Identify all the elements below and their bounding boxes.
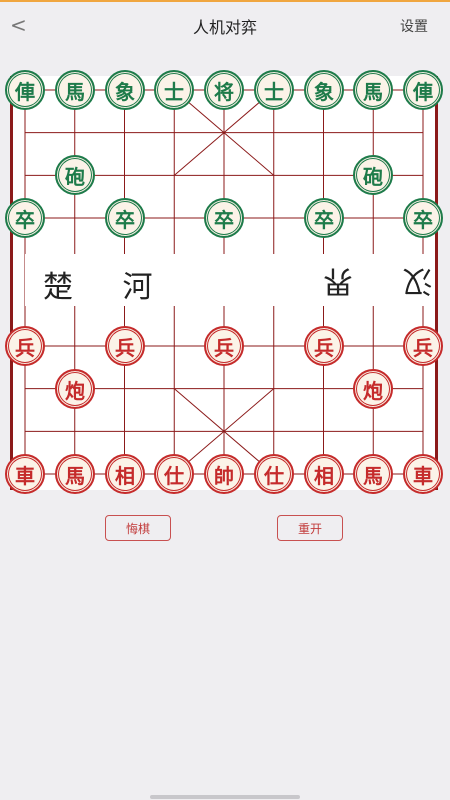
red-piece[interactable]: 帥 [204,454,244,494]
black-piece[interactable]: 馬 [55,70,95,110]
black-piece[interactable]: 俥 [403,70,443,110]
black-piece[interactable]: 象 [105,70,145,110]
black-piece[interactable]: 将 [204,70,244,110]
red-piece[interactable]: 炮 [55,369,95,409]
black-piece[interactable]: 士 [154,70,194,110]
black-piece[interactable]: 卒 [204,198,244,238]
red-piece[interactable]: 兵 [204,326,244,366]
chess-board[interactable]: 楚 河 汉 界 [10,76,438,490]
red-piece[interactable]: 兵 [403,326,443,366]
red-piece[interactable]: 馬 [55,454,95,494]
home-indicator [150,795,300,799]
black-piece[interactable]: 卒 [5,198,45,238]
red-piece[interactable]: 仕 [254,454,294,494]
restart-button[interactable]: 重开 [277,515,343,541]
river-label-han: 汉 界 [303,263,433,298]
nav-header: < 人机对弈 设置 [0,2,450,48]
red-piece[interactable]: 車 [5,454,45,494]
red-piece[interactable]: 相 [105,454,145,494]
red-piece[interactable]: 兵 [5,326,45,366]
red-piece[interactable]: 仕 [154,454,194,494]
black-piece[interactable]: 象 [304,70,344,110]
red-piece[interactable]: 車 [403,454,443,494]
page-title: 人机对弈 [192,18,257,37]
black-piece[interactable]: 馬 [353,70,393,110]
red-piece[interactable]: 炮 [353,369,393,409]
red-piece[interactable]: 兵 [105,326,145,366]
black-piece[interactable]: 士 [254,70,294,110]
black-piece[interactable]: 砲 [55,155,95,195]
red-piece[interactable]: 馬 [353,454,393,494]
red-piece[interactable]: 兵 [304,326,344,366]
river-label-chu: 楚 河 [43,270,173,305]
red-piece[interactable]: 相 [304,454,344,494]
undo-button[interactable]: 悔棋 [105,515,171,541]
black-piece[interactable]: 卒 [403,198,443,238]
black-piece[interactable]: 卒 [105,198,145,238]
black-piece[interactable]: 卒 [304,198,344,238]
settings-button[interactable]: 设置 [400,16,428,36]
black-piece[interactable]: 砲 [353,155,393,195]
black-piece[interactable]: 俥 [5,70,45,110]
